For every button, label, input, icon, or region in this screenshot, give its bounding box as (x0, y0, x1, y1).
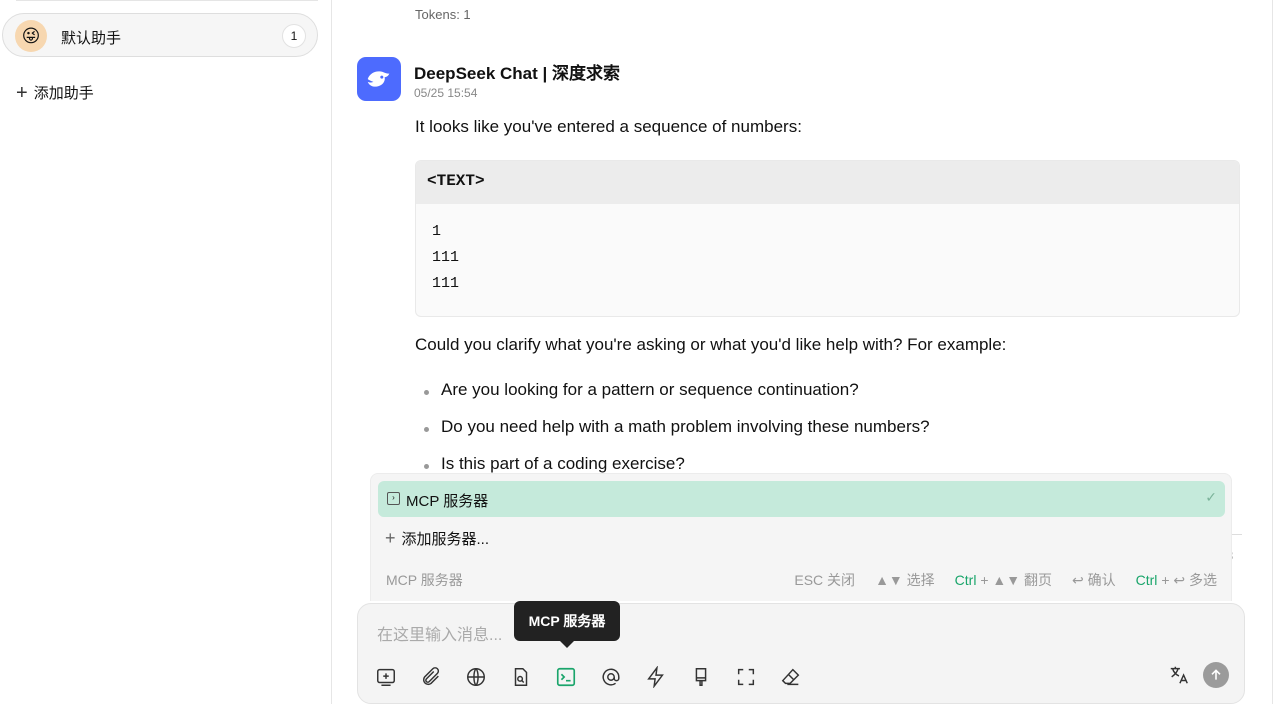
terminal-icon: › (387, 492, 400, 505)
hint-multi: Ctrl + ↩ 多选 (1135, 572, 1217, 588)
list-item: Are you looking for a pattern or sequenc… (415, 380, 930, 417)
send-button[interactable] (1203, 662, 1229, 688)
hint-esc: ESC 关闭 (794, 572, 856, 588)
knowledge-icon[interactable] (510, 663, 555, 691)
clear-brush-icon[interactable] (690, 663, 735, 691)
mcp-server-popup: › MCP 服务器 ✓ + 添加服务器... MCP 服务器 ESC 关闭 ▲▼… (370, 473, 1232, 601)
message-input[interactable]: 在这里输入消息... (377, 621, 502, 645)
hint-select: ▲▼ 选择 (875, 572, 935, 588)
assistant-name: 默认助手 (61, 30, 122, 47)
arrow-up-icon (1211, 669, 1221, 680)
plus-icon: + (16, 81, 28, 104)
mention-icon[interactable] (600, 663, 645, 691)
code-line: 111 (432, 275, 460, 292)
add-server-option[interactable]: + 添加服务器... (385, 528, 489, 549)
mcp-terminal-icon[interactable] (555, 663, 600, 691)
code-line: 111 (432, 249, 460, 266)
quick-phrase-icon[interactable] (645, 663, 690, 691)
message-text: Could you clarify what you're asking or … (415, 335, 1007, 354)
expand-icon[interactable] (735, 663, 780, 691)
popup-title: MCP 服务器 (386, 572, 463, 588)
mcp-server-option[interactable]: › MCP 服务器 ✓ (378, 481, 1225, 517)
topic-count-badge: 1 (282, 24, 306, 48)
add-assistant-label: 添加助手 (33, 85, 94, 102)
list-item: Do you need help with a math problem inv… (415, 417, 930, 454)
keyboard-hints: ESC 关闭 ▲▼ 选择 Ctrl + ▲▼ 翻页 ↩ 确认 Ctrl + ↩ … (794, 570, 1217, 590)
message-timestamp: 05/25 15:54 (414, 86, 478, 100)
smiley-avatar: 😜 (15, 20, 47, 52)
web-search-icon[interactable] (465, 663, 510, 691)
message-input-box[interactable]: 在这里输入消息... (357, 603, 1245, 704)
tooltip: MCP 服务器 (514, 601, 620, 648)
add-assistant-button[interactable]: + 添加助手 (16, 82, 94, 103)
hint-confirm: ↩ 确认 (1072, 572, 1116, 588)
divider (16, 0, 318, 1)
option-label: MCP 服务器 (406, 493, 489, 510)
token-count: Tokens: 1 (415, 7, 471, 22)
option-label: 添加服务器... (401, 531, 490, 548)
hint-page: Ctrl + ▲▼ 翻页 (954, 572, 1053, 588)
attachment-icon[interactable] (420, 663, 465, 691)
check-icon: ✓ (1205, 489, 1217, 505)
code-line: 1 (432, 223, 442, 240)
input-toolbar (375, 663, 825, 691)
sidebar: 😜 默认助手 1 + 添加助手 (0, 0, 332, 704)
right-panel-edge (1272, 0, 1286, 704)
plus-icon: + (385, 528, 396, 548)
message-text: It looks like you've entered a sequence … (415, 117, 802, 136)
assistant-item-default[interactable]: 😜 默认助手 1 (2, 13, 318, 57)
deepseek-logo-icon (357, 57, 401, 101)
new-topic-icon[interactable] (375, 663, 420, 691)
code-block: <TEXT> 1 111 111 (415, 160, 1240, 317)
code-language-label: <TEXT> (416, 161, 1239, 204)
eraser-icon[interactable] (780, 663, 825, 691)
bot-name: DeepSeek Chat | 深度求索 (414, 64, 620, 83)
translate-icon[interactable] (1168, 664, 1190, 686)
